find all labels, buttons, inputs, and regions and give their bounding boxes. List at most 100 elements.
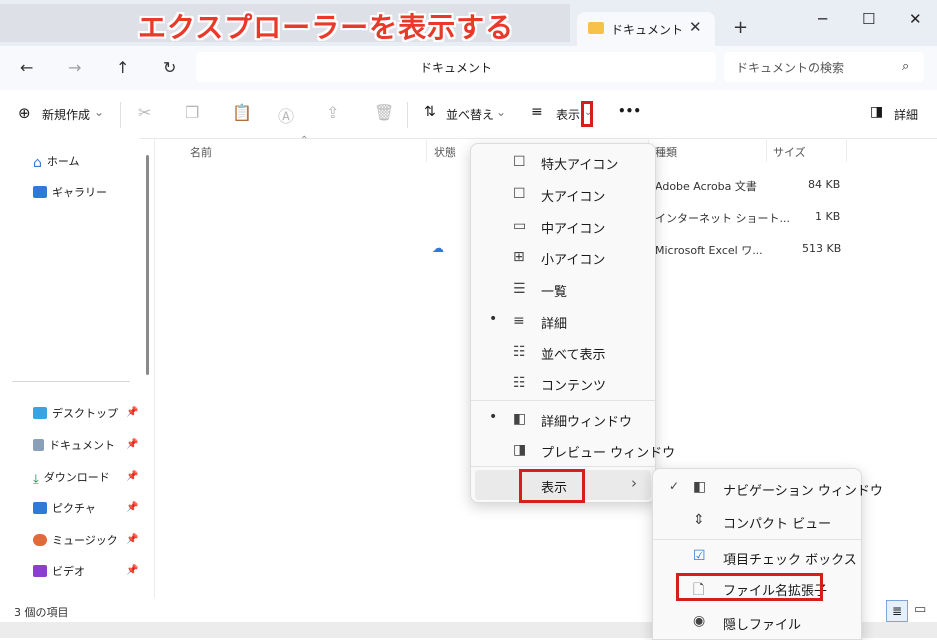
- sidebar-item-documents[interactable]: ドキュメント: [33, 437, 115, 453]
- column-header-type[interactable]: 種類: [655, 144, 677, 160]
- rename-icon[interactable]: Ⓐ: [278, 103, 294, 127]
- sidebar-item-label: デスクトップ: [52, 407, 118, 420]
- close-window-button[interactable]: ✕: [909, 10, 922, 28]
- cloud-status-icon: ☁: [432, 241, 444, 255]
- maximize-button[interactable]: ☐: [862, 10, 875, 28]
- sidebar-item-videos[interactable]: ビデオ: [33, 563, 85, 579]
- highlight-box-show: [519, 469, 585, 503]
- submenu-item-label: 項目チェック ボックス: [723, 553, 857, 568]
- menu-item-content[interactable]: ☷ コンテンツ: [471, 368, 655, 398]
- selected-dot-icon: •: [489, 311, 498, 327]
- sort-button[interactable]: 並べ替え: [446, 106, 494, 123]
- column-header-size[interactable]: サイズ: [773, 144, 806, 160]
- desktop-icon: [33, 407, 47, 419]
- menu-item-label: 大アイコン: [541, 190, 606, 205]
- details-pane-icon: ◧: [513, 411, 527, 427]
- highlight-box-file-name-extensions: [676, 573, 823, 601]
- tab-documents[interactable]: ドキュメント ✕: [577, 12, 715, 46]
- file-type-cell: Adobe Acroba 文書: [655, 180, 757, 193]
- column-divider[interactable]: [846, 140, 847, 162]
- file-size-cell: 1 KB: [815, 210, 841, 223]
- column-header-name[interactable]: 名前: [190, 144, 212, 160]
- menu-item-extra-large-icons[interactable]: ☐ 特大アイコン: [471, 147, 655, 177]
- menu-item-list[interactable]: ☰ 一覧: [471, 274, 655, 304]
- menu-item-medium-icons[interactable]: ▭ 中アイコン: [471, 211, 655, 241]
- submenu-item-label: ナビゲーション ウィンドウ: [723, 484, 883, 499]
- details-view-toggle-icon[interactable]: ≣: [886, 600, 908, 622]
- list-icon: ☰: [513, 281, 526, 297]
- sidebar-item-home[interactable]: ⌂ ホーム: [33, 153, 80, 171]
- pin-icon[interactable]: 📌: [126, 471, 138, 482]
- tiles-icon: ☷: [513, 344, 526, 360]
- address-bar[interactable]: ドキュメント: [196, 52, 716, 82]
- cut-icon[interactable]: ✂: [138, 103, 151, 122]
- new-tab-button[interactable]: +: [733, 17, 748, 38]
- view-button[interactable]: 表示: [556, 106, 580, 123]
- submenu-item-compact-view[interactable]: ⇕ コンパクト ビュー: [653, 505, 861, 537]
- pin-icon[interactable]: 📌: [126, 565, 138, 576]
- paste-icon[interactable]: 📋: [232, 103, 252, 122]
- sidebar-item-label: ダウンロード: [43, 471, 110, 484]
- file-type-cell: インターネット ショート...: [655, 212, 790, 225]
- pin-icon[interactable]: 📌: [126, 502, 138, 513]
- annotation-banner-text: エクスプローラーを表示する: [138, 11, 515, 44]
- status-item-count: 3 個の項目: [14, 606, 69, 619]
- details-pane-icon: ◨: [870, 104, 884, 120]
- medium-icons-icon: ▭: [513, 218, 527, 234]
- sidebar-scrollbar-thumb[interactable]: [146, 155, 149, 375]
- submenu-item-item-check-boxes[interactable]: ☑ 項目チェック ボックス: [653, 541, 861, 573]
- file-type-cell: Microsoft Excel ワ...: [655, 244, 763, 257]
- highlight-box-view-chevron: [581, 101, 593, 127]
- details-icon: ≡: [513, 313, 525, 329]
- chevron-down-icon: ⌄: [94, 105, 105, 119]
- menu-item-details[interactable]: • ≡ 詳細: [471, 306, 655, 336]
- sidebar-item-pictures[interactable]: ピクチャ: [33, 500, 96, 516]
- sort-indicator-icon: ⌃: [300, 135, 309, 146]
- sidebar-item-desktop[interactable]: デスクトップ: [33, 405, 118, 421]
- gallery-icon: [33, 186, 47, 198]
- submenu-item-label: コンパクト ビュー: [723, 517, 832, 532]
- menu-item-small-icons[interactable]: ⊞ 小アイコン: [471, 242, 655, 272]
- submenu-item-label: 隠しファイル: [723, 618, 802, 633]
- command-bar: ⊕ 新規作成 ⌄ ✂ ❐ 📋 Ⓐ ⇪ 🗑 ⇅ 並べ替え ⌄ ≡ 表示 ⌄ •••…: [0, 90, 937, 139]
- column-header-status[interactable]: 状態: [434, 144, 456, 160]
- tiles-view-toggle-icon[interactable]: ▭: [914, 602, 926, 617]
- minimize-button[interactable]: ─: [818, 10, 827, 28]
- details-button[interactable]: 詳細: [894, 106, 918, 123]
- search-input[interactable]: ドキュメントの検索: [736, 59, 844, 76]
- copy-icon[interactable]: ❐: [185, 103, 199, 122]
- toolbar-divider: [407, 102, 408, 128]
- column-divider[interactable]: [426, 140, 427, 162]
- menu-divider: [471, 466, 655, 467]
- tab-close-icon[interactable]: ✕: [689, 18, 702, 36]
- pin-icon[interactable]: 📌: [126, 439, 138, 450]
- delete-icon[interactable]: 🗑: [374, 103, 394, 122]
- menu-item-preview-pane[interactable]: ◨ プレビュー ウィンドウ: [471, 435, 675, 465]
- menu-item-label: 並べて表示: [541, 348, 606, 363]
- submenu-item-navigation-pane[interactable]: ✓ ◧ ナビゲーション ウィンドウ: [653, 472, 883, 504]
- up-button[interactable]: ↑: [116, 58, 129, 77]
- column-divider[interactable]: [766, 140, 767, 162]
- home-icon: ⌂: [33, 155, 42, 171]
- file-size-cell: 513 KB: [802, 242, 842, 255]
- new-button[interactable]: 新規作成: [42, 106, 90, 123]
- submenu-item-hidden-items[interactable]: ◉ 隠しファイル: [653, 607, 861, 639]
- menu-item-label: 詳細ウィンドウ: [541, 415, 633, 430]
- share-icon[interactable]: ⇪: [326, 103, 339, 122]
- sidebar-item-label: ミュージック: [52, 534, 118, 547]
- pin-icon[interactable]: 📌: [126, 407, 138, 418]
- menu-item-tiles[interactable]: ☷ 並べて表示: [471, 337, 655, 367]
- menu-item-large-icons[interactable]: ☐ 大アイコン: [471, 179, 655, 209]
- pin-icon[interactable]: 📌: [126, 534, 138, 545]
- sidebar-item-downloads[interactable]: ⤓ ダウンロード: [33, 469, 110, 487]
- more-options-button[interactable]: •••: [618, 104, 641, 118]
- menu-item-details-pane[interactable]: • ◧ 詳細ウィンドウ: [471, 404, 655, 434]
- navigation-pane: [0, 138, 140, 598]
- refresh-button[interactable]: ↻: [163, 58, 176, 77]
- back-button[interactable]: ←: [20, 58, 33, 77]
- forward-button[interactable]: →: [68, 58, 81, 77]
- sidebar-item-gallery[interactable]: ギャラリー: [33, 184, 107, 200]
- menu-divider: [471, 400, 655, 401]
- search-box[interactable]: ドキュメントの検索 ⌕: [724, 52, 924, 82]
- sidebar-item-music[interactable]: ミュージック: [33, 532, 118, 548]
